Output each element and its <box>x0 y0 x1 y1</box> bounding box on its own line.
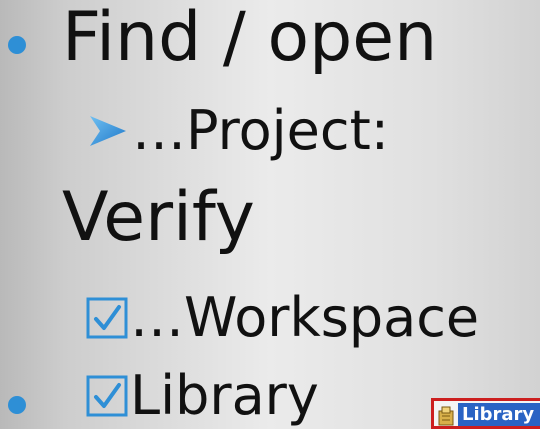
checkbox-checked-icon <box>86 297 128 339</box>
arrow-bullet-icon <box>90 116 126 146</box>
bullet-text: Find / open <box>62 0 438 77</box>
sub-item-text: Library <box>130 364 319 427</box>
sub-item-text: …Workspace <box>130 286 480 349</box>
bullet-text: Verify <box>62 178 255 257</box>
library-icon <box>438 406 454 426</box>
sub-item-text: …Project: <box>132 99 389 162</box>
library-screenshot-chip: Library <box>431 398 540 429</box>
round-bullet-icon <box>8 396 26 414</box>
round-bullet-icon <box>8 36 26 54</box>
library-label: Library <box>458 403 540 426</box>
checkbox-checked-icon <box>86 375 128 417</box>
